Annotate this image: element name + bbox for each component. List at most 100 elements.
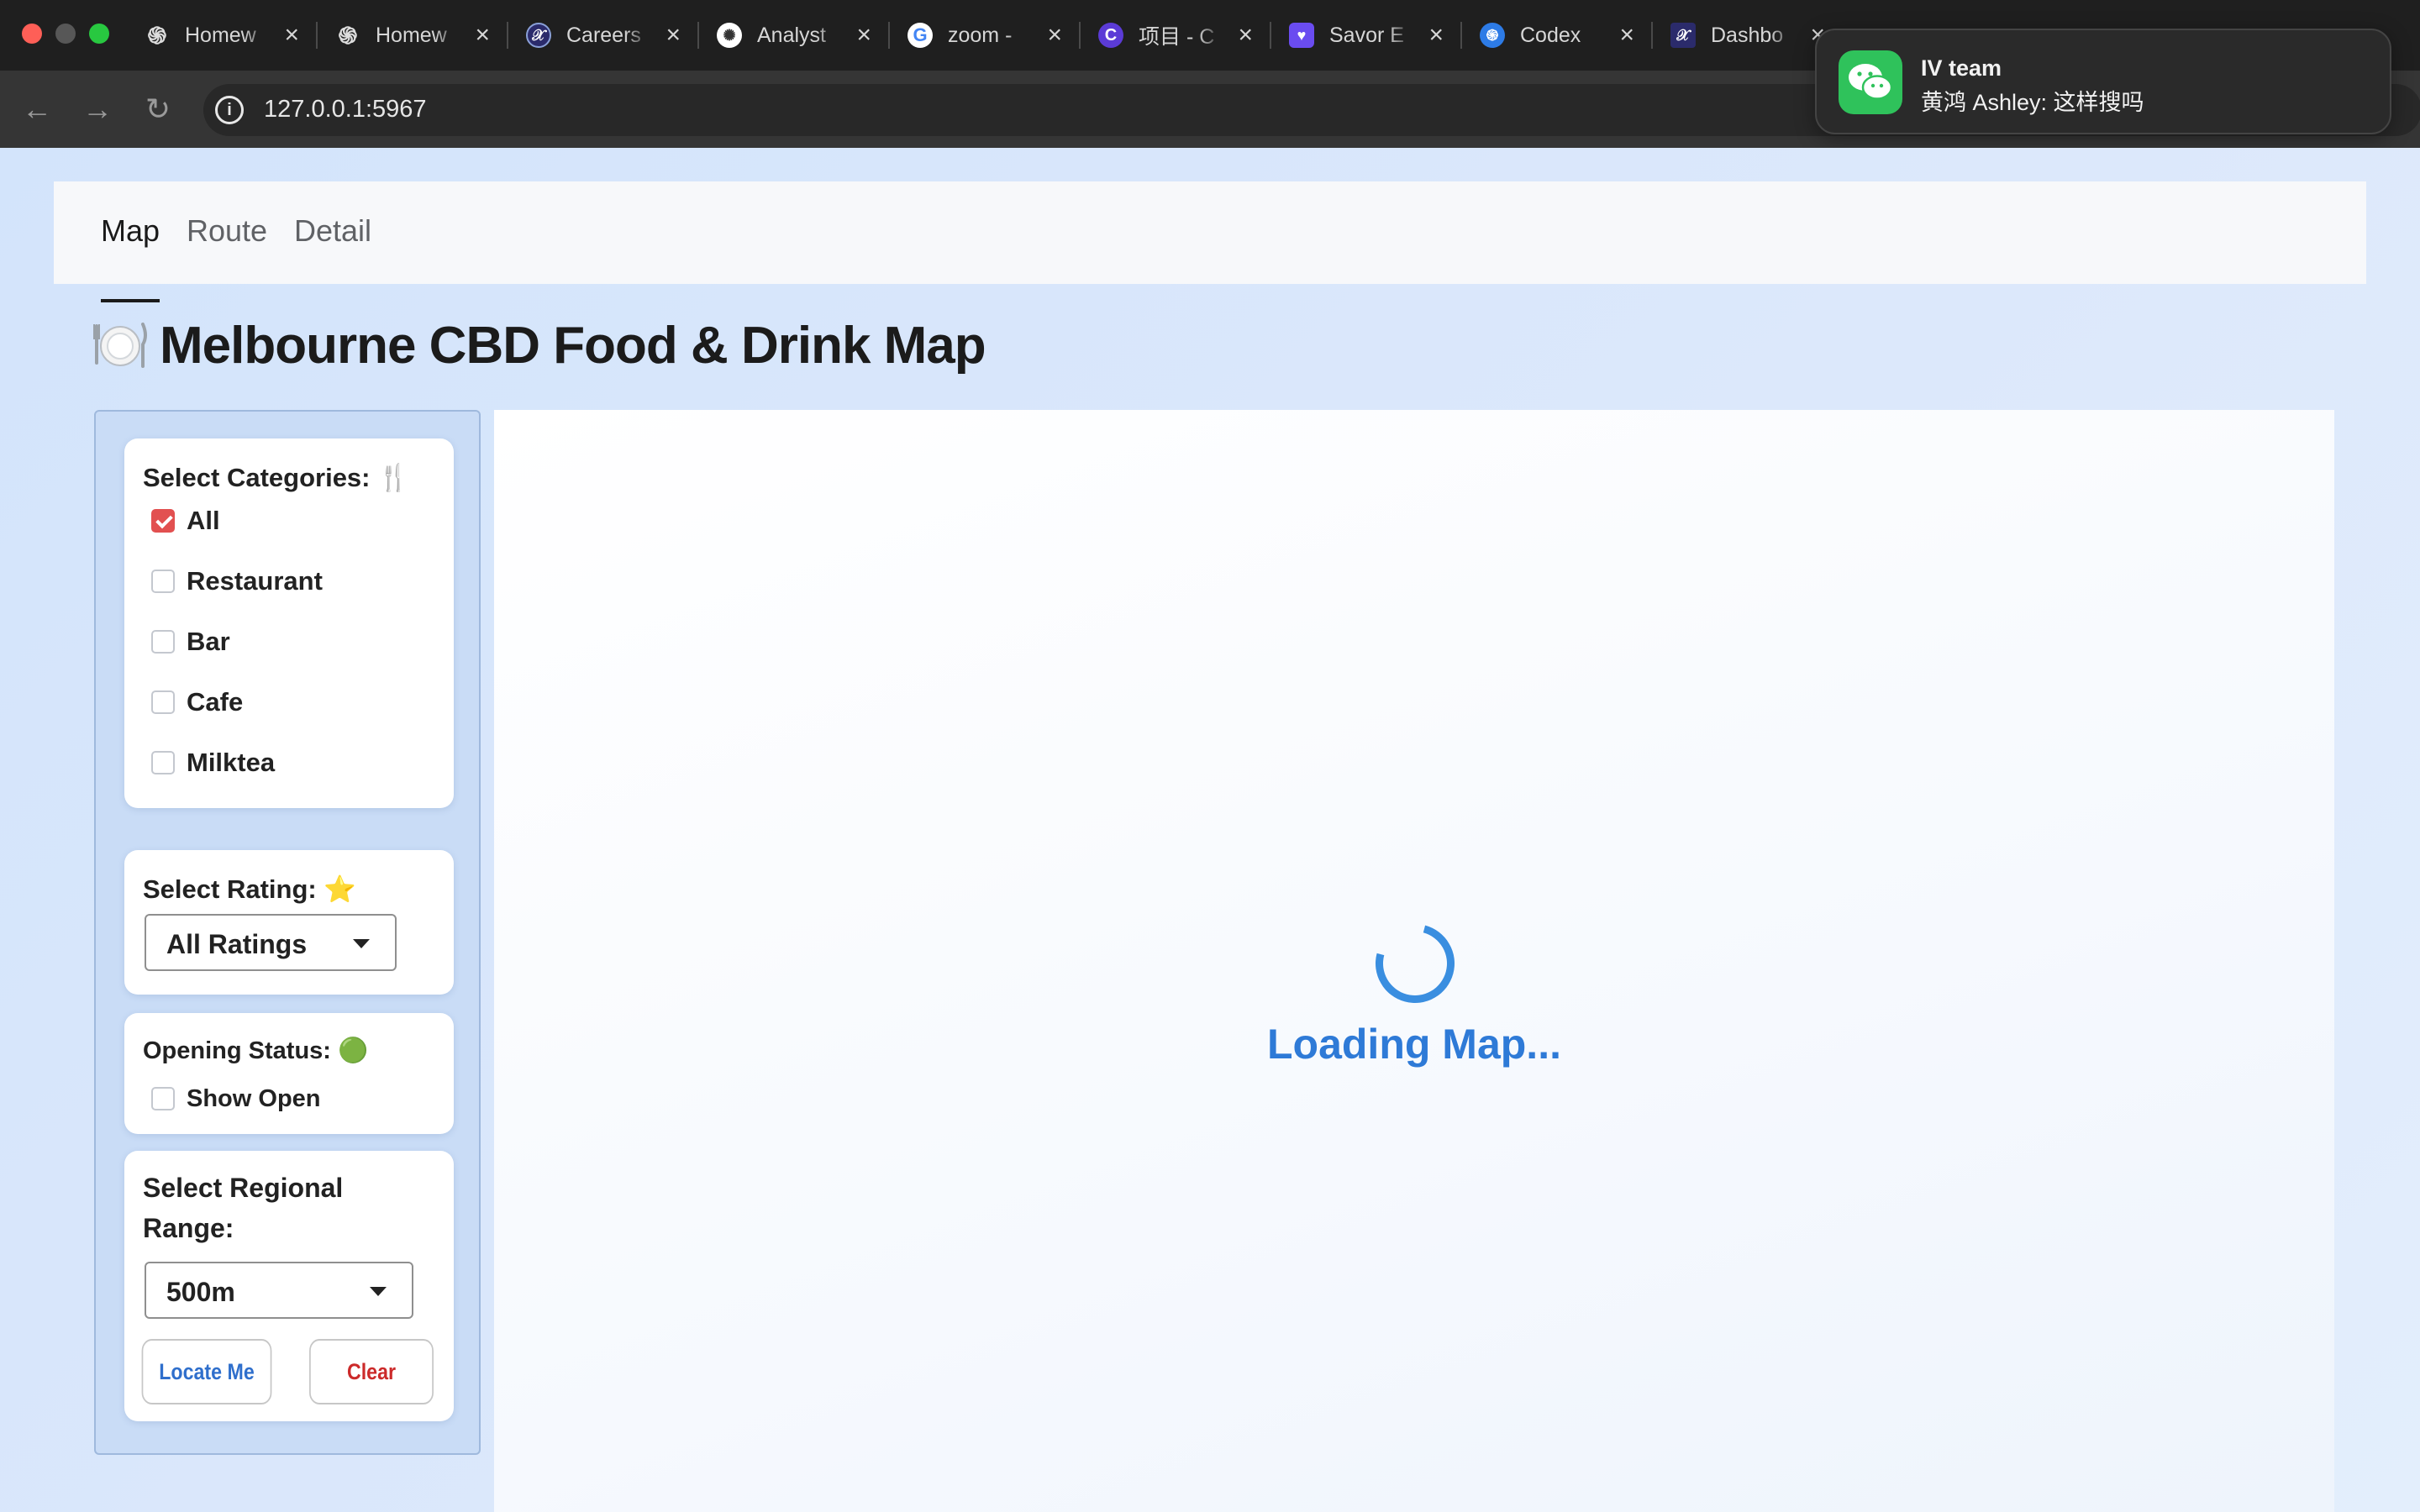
checkbox[interactable]: [151, 690, 175, 714]
category-label: Milktea: [187, 748, 276, 777]
tab-title: Homew: [376, 23, 447, 47]
opening-status-label: Opening Status: 🟢: [143, 1037, 369, 1064]
reload-icon[interactable]: ↻: [138, 89, 178, 129]
codex-icon: ֍: [1480, 23, 1505, 48]
forward-arrow-icon[interactable]: →: [77, 89, 118, 129]
chevron-down-icon: [370, 1287, 387, 1296]
browser-tab[interactable]: ֍ Homew ×: [133, 8, 318, 62]
active-tab-indicator: [101, 299, 160, 302]
plate-cutlery-icon: [92, 318, 148, 373]
category-label: Bar: [187, 627, 230, 656]
close-tab-icon[interactable]: ×: [284, 20, 299, 50]
close-tab-icon[interactable]: ×: [1428, 20, 1444, 50]
browser-tab[interactable]: ✺ Analyst ×: [705, 8, 890, 62]
filter-sidebar: Select Categories: 🍴 All Restaurant Bar …: [94, 410, 481, 1455]
category-option-milktea[interactable]: Milktea: [151, 746, 275, 780]
notification-message: 黄鸿 Ashley: 这样搜吗: [1921, 90, 2144, 115]
browser-tab[interactable]: 𝒳 Careers ×: [514, 8, 699, 62]
category-option-restaurant[interactable]: Restaurant: [151, 564, 323, 598]
rating-select[interactable]: All Ratings: [145, 914, 397, 971]
window-close-button[interactable]: [22, 24, 42, 44]
category-label: Cafe: [187, 687, 244, 717]
tab-divider: [1079, 22, 1081, 49]
loading-text: Loading Map...: [1267, 1021, 1561, 1068]
show-open-option[interactable]: Show Open: [151, 1082, 321, 1116]
x-logo-icon: 𝒳: [1670, 23, 1696, 48]
openai-icon: ֍: [147, 23, 167, 49]
close-tab-icon[interactable]: ×: [856, 20, 871, 50]
top-nav: Map Route Detail: [54, 181, 2366, 302]
categories-label: Select Categories: 🍴: [143, 463, 410, 492]
tab-title: Savor E: [1329, 23, 1404, 47]
browser-tab[interactable]: C 项目 - C ×: [1086, 8, 1271, 62]
tab-divider: [697, 22, 699, 49]
x-logo-icon: 𝒳: [526, 23, 551, 48]
tab-divider: [507, 22, 508, 49]
category-label: Restaurant: [187, 566, 323, 596]
tab-title: Dashbo: [1711, 23, 1784, 47]
tab-divider: [1651, 22, 1653, 49]
checkbox[interactable]: [151, 751, 175, 774]
category-option-all[interactable]: All: [151, 504, 220, 538]
tab-title: Analyst: [757, 23, 826, 47]
opening-status-card: Opening Status: 🟢 Show Open: [124, 1013, 454, 1134]
category-option-cafe[interactable]: Cafe: [151, 685, 243, 719]
tab-divider: [316, 22, 318, 49]
notification-title: IV team: [1921, 55, 2002, 81]
savor-icon: ♥: [1289, 23, 1314, 48]
tab-detail[interactable]: Detail: [294, 213, 371, 249]
window-minimize-button[interactable]: [55, 24, 76, 44]
tab-title: Careers: [566, 23, 641, 47]
checkbox[interactable]: [151, 1087, 175, 1110]
chevron-down-icon: [353, 939, 370, 948]
close-tab-icon[interactable]: ×: [1619, 20, 1634, 50]
aperture-icon: ✺: [717, 23, 742, 48]
region-label-line2: Range:: [143, 1213, 234, 1243]
category-filter-card: Select Categories: 🍴 All Restaurant Bar …: [124, 438, 454, 808]
browser-tab[interactable]: ֍ Codex ×: [1468, 8, 1653, 62]
openai-icon: ֍: [338, 23, 358, 49]
loading-spinner-icon: [1360, 909, 1470, 1018]
region-selected-value: 500m: [166, 1277, 235, 1307]
rating-selected-value: All Ratings: [166, 929, 308, 959]
clear-button[interactable]: Clear: [309, 1339, 434, 1404]
rating-label: Select Rating: ⭐: [143, 874, 356, 904]
browser-tab[interactable]: ♥ Savor E ×: [1277, 8, 1462, 62]
wechat-icon: [1839, 50, 1902, 114]
checkbox[interactable]: [151, 570, 175, 593]
tab-map[interactable]: Map: [101, 213, 160, 249]
region-label-line1: Select Regional: [143, 1173, 344, 1203]
browser-tab[interactable]: ֍ Homew ×: [324, 8, 508, 62]
tab-title: Codex: [1520, 23, 1581, 47]
site-info-icon[interactable]: i: [215, 96, 244, 124]
tab-divider: [1460, 22, 1462, 49]
close-tab-icon[interactable]: ×: [666, 20, 681, 50]
tab-title: zoom -: [948, 23, 1013, 47]
tab-route[interactable]: Route: [187, 213, 267, 249]
rating-filter-card: Select Rating: ⭐ All Ratings: [124, 850, 454, 995]
tab-divider: [888, 22, 890, 49]
category-option-bar[interactable]: Bar: [151, 625, 230, 659]
region-range-card: Select Regional Range: 500m Locate Me Cl…: [124, 1151, 454, 1421]
map-container[interactable]: Loading Map...: [494, 410, 2334, 1512]
close-tab-icon[interactable]: ×: [1238, 20, 1253, 50]
google-icon: G: [908, 23, 933, 48]
checkbox[interactable]: [151, 509, 175, 533]
url-text[interactable]: 127.0.0.1:5967: [264, 96, 427, 123]
locate-me-button[interactable]: Locate Me: [141, 1339, 272, 1404]
page-header: Melbourne CBD Food & Drink Map: [92, 316, 986, 375]
browser-tab[interactable]: G zoom - ×: [896, 8, 1081, 62]
c-logo-icon: C: [1098, 23, 1123, 48]
close-tab-icon[interactable]: ×: [1047, 20, 1062, 50]
category-label: All: [187, 506, 220, 535]
checkbox[interactable]: [151, 630, 175, 654]
close-tab-icon[interactable]: ×: [475, 20, 490, 50]
show-open-label: Show Open: [187, 1084, 321, 1112]
page-title: Melbourne CBD Food & Drink Map: [160, 316, 986, 375]
window-maximize-button[interactable]: [89, 24, 109, 44]
tab-title: 项目 - C: [1139, 25, 1215, 49]
back-arrow-icon[interactable]: ←: [17, 89, 57, 129]
app-page: Map Route Detail Melbourne CBD Food & Dr…: [0, 148, 2420, 1512]
region-range-select[interactable]: 500m: [145, 1262, 413, 1319]
wechat-notification[interactable]: IV team 黄鸿 Ashley: 这样搜吗: [1815, 29, 2391, 134]
